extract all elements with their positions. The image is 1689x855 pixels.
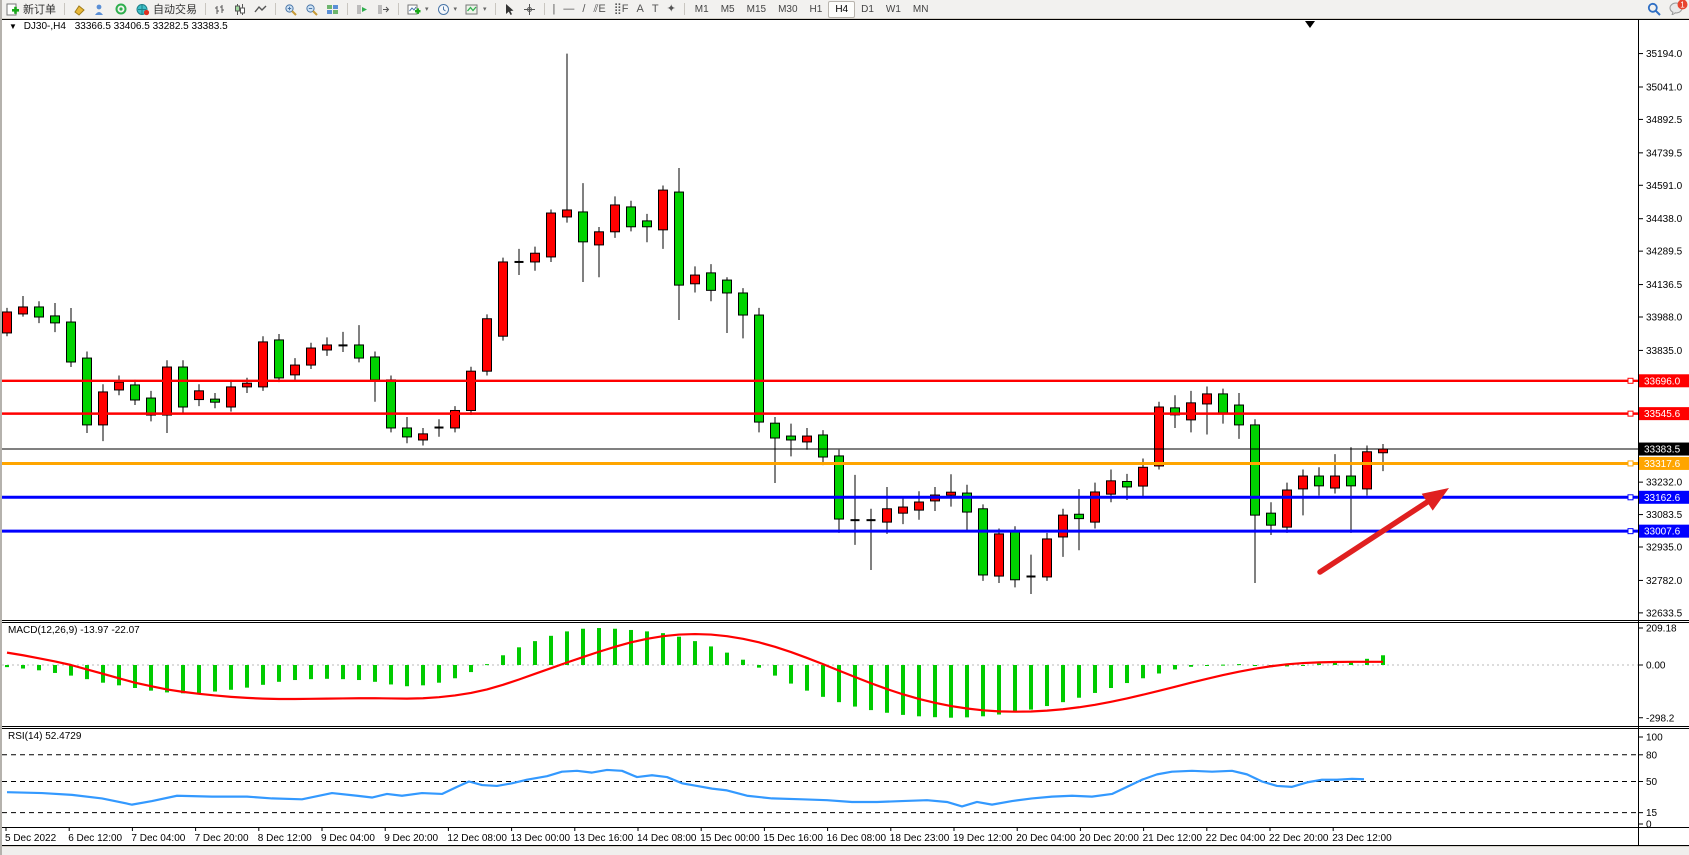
price-tick-label: 35194.0: [1646, 49, 1683, 60]
price-badge-label: 33545.6: [1644, 409, 1681, 420]
candlestick: [275, 334, 284, 382]
time-tick-label: 12 Dec 08:00: [447, 833, 507, 844]
rsi-tick-label: 0: [1646, 820, 1652, 831]
trading-platform-window: 新订单 自动交易 ▾ ▾ ▾: [0, 0, 1689, 855]
price-badge-label: 33007.6: [1644, 527, 1681, 538]
time-tick-label: 21 Dec 12:00: [1143, 833, 1203, 844]
rsi-tick-label: 80: [1646, 750, 1658, 761]
chart-symbol-timeframe: DJ30-,H4: [24, 21, 66, 32]
time-tick-label: 20 Dec 20:00: [1079, 833, 1139, 844]
time-tick-label: 22 Dec 20:00: [1269, 833, 1329, 844]
chart-title[interactable]: ▼ DJ30-,H4 33366.5 33406.5 33282.5 33383…: [9, 21, 228, 32]
price-tick-label: 32935.0: [1646, 543, 1683, 554]
candlestick: [83, 352, 92, 433]
line-handle[interactable]: [1628, 495, 1633, 500]
macd-tick-label: 0.00: [1646, 661, 1666, 672]
time-tick-label: 14 Dec 08:00: [637, 833, 697, 844]
price-badge-label: 33162.6: [1644, 493, 1681, 504]
candlestick: [179, 360, 188, 414]
line-handle[interactable]: [1628, 378, 1633, 383]
price-tick-label: 34892.5: [1646, 115, 1683, 126]
candlestick: [547, 210, 556, 262]
candlestick: [1043, 533, 1052, 581]
price-tick-label: 33988.0: [1646, 313, 1683, 324]
price-badge-label: 33317.6: [1644, 459, 1681, 470]
chart-canvas[interactable]: 35194.0 35041.0 34892.5 34739.5 34591.0 34438…: [2, 0, 1689, 855]
rsi-tick-label: 100: [1646, 733, 1663, 744]
price-badge-label: 33696.0: [1644, 376, 1681, 387]
status-bar: [2, 846, 1689, 855]
price-tick-label: 33232.0: [1646, 478, 1683, 489]
price-tick-label: 33835.0: [1646, 346, 1683, 357]
candlestick: [995, 528, 1004, 583]
candlestick: [387, 376, 396, 433]
price-badge-label: 33383.5: [1644, 445, 1681, 456]
time-tick-label: 16 Dec 08:00: [827, 833, 887, 844]
candlestick: [259, 336, 268, 391]
candlestick: [499, 258, 508, 341]
candlestick: [1155, 402, 1164, 470]
line-handle[interactable]: [1628, 461, 1633, 466]
rsi-tick-label: 50: [1646, 777, 1658, 788]
line-handle[interactable]: [1628, 529, 1633, 534]
chevron-down-icon: ▼: [9, 22, 17, 31]
rsi-label: RSI(14) 52.4729: [8, 731, 82, 742]
candlestick: [1283, 483, 1292, 533]
chart-ohlc-quote: 33366.5 33406.5 33282.5 33383.5: [75, 21, 228, 32]
time-tick-label: 6 Dec 12:00: [68, 833, 122, 844]
price-tick-label: 34438.0: [1646, 214, 1683, 225]
time-tick-label: 7 Dec 20:00: [195, 833, 249, 844]
time-tick-label: 18 Dec 23:00: [890, 833, 950, 844]
time-tick-label: 9 Dec 04:00: [321, 833, 375, 844]
time-tick-label: 9 Dec 20:00: [384, 833, 438, 844]
price-tick-label: 34289.5: [1646, 247, 1683, 258]
candlestick: [1363, 445, 1372, 495]
time-tick-label: 8 Dec 12:00: [258, 833, 312, 844]
candlestick: [451, 406, 460, 432]
time-tick-label: 13 Dec 16:00: [574, 833, 634, 844]
price-tick-label: 32633.5: [1646, 608, 1683, 619]
candlestick: [467, 367, 476, 415]
price-tick-label: 35041.0: [1646, 82, 1683, 93]
time-tick-label: 15 Dec 00:00: [700, 833, 760, 844]
price-tick-label: 32782.0: [1646, 576, 1683, 587]
price-tick-label: 34739.5: [1646, 148, 1683, 159]
rsi-tick-label: 15: [1646, 808, 1658, 819]
time-tick-label: 22 Dec 04:00: [1206, 833, 1266, 844]
price-tick-label: 34136.5: [1646, 280, 1683, 291]
time-tick-label: 15 Dec 16:00: [763, 833, 823, 844]
time-tick-label: 13 Dec 00:00: [511, 833, 571, 844]
candlestick: [1011, 526, 1020, 587]
macd-tick-label: 209.18: [1646, 623, 1677, 634]
time-tick-label: 20 Dec 04:00: [1016, 833, 1076, 844]
time-tick-label: 23 Dec 12:00: [1332, 833, 1392, 844]
time-tick-label: 19 Dec 12:00: [953, 833, 1013, 844]
candlestick: [483, 314, 492, 375]
time-tick-label: 5 Dec 2022: [5, 833, 57, 844]
candlestick: [3, 308, 12, 336]
candlestick: [979, 504, 988, 580]
price-tick-label: 33083.5: [1646, 510, 1683, 521]
macd-label: MACD(12,26,9) -13.97 -22.07: [8, 625, 140, 636]
line-handle[interactable]: [1628, 411, 1633, 416]
macd-tick-label: -298.2: [1646, 713, 1675, 724]
price-tick-label: 34591.0: [1646, 181, 1683, 192]
time-tick-label: 7 Dec 04:00: [131, 833, 185, 844]
